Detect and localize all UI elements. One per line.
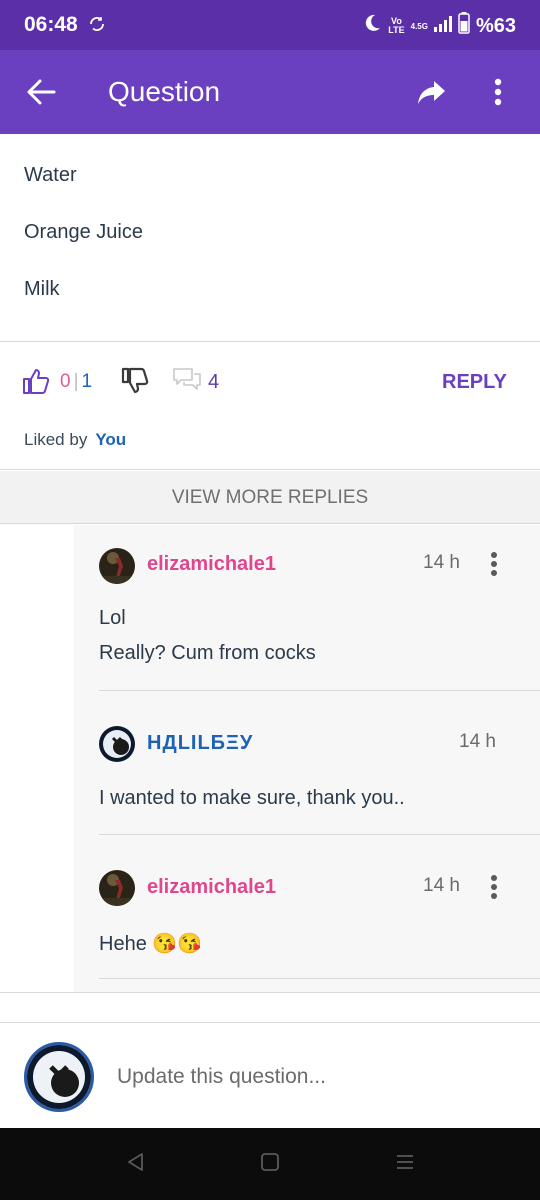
volte-indicator: Vo LTE — [388, 17, 404, 35]
liked-by: Liked by You — [24, 430, 126, 450]
reply-time: 14 h — [459, 731, 496, 752]
signal-icon — [433, 15, 452, 38]
avatar[interactable] — [99, 726, 135, 762]
reply-item: elizamichale1 14 h Lol Really? Cum from … — [74, 525, 540, 691]
moon-icon — [362, 13, 382, 39]
option-milk: Milk — [24, 278, 60, 300]
reply-text-line: I wanted to make sure, thank you.. — [99, 787, 405, 809]
replies-list: elizamichale1 14 h Lol Really? Cum from … — [74, 525, 540, 992]
status-time: 06:48 — [24, 13, 78, 36]
comment-count: 4 — [208, 371, 220, 393]
network-type-label: 4.5G — [410, 21, 428, 31]
composer-bar: Update this question... — [0, 1022, 540, 1128]
reply-text-line: Lol — [99, 607, 126, 629]
reply-username[interactable]: elizamichale1 — [147, 876, 276, 899]
like-count: 0 | 1 — [60, 371, 92, 393]
reply-username[interactable]: elizamichale1 — [147, 553, 276, 576]
nav-back-icon[interactable] — [126, 1152, 144, 1177]
more-vertical-icon[interactable] — [494, 78, 502, 111]
battery-percent: %63 — [475, 14, 516, 37]
like-count-separator: | — [73, 371, 79, 392]
avatar[interactable] — [99, 870, 135, 906]
like-count-own: 0 — [60, 371, 71, 392]
sync-icon — [88, 15, 106, 38]
option-water: Water — [24, 164, 77, 186]
question-actions: 0 | 1 4 REPLY Liked by You — [0, 343, 540, 470]
status-bar: 06:48 Vo LTE 4.5G %63 — [0, 0, 540, 50]
more-vertical-icon[interactable] — [490, 551, 498, 582]
thumbs-up-icon[interactable] — [22, 367, 50, 400]
reply-time: 14 h — [423, 875, 460, 896]
avatar[interactable] — [24, 1042, 94, 1112]
page-title: Question — [108, 76, 221, 107]
comments-icon[interactable] — [172, 367, 202, 398]
reply-button[interactable]: REPLY — [442, 371, 507, 394]
section-divider — [0, 992, 540, 993]
reply-item: НДLILБΞУ 14 h I wanted to make sure, tha… — [74, 691, 540, 835]
system-nav-bar — [0, 1128, 540, 1200]
volte-bottom-label: LTE — [388, 25, 405, 35]
battery-icon — [458, 12, 470, 40]
liked-by-label: Liked by — [24, 430, 88, 449]
app-bar: Question — [0, 50, 540, 134]
question-options: Water Orange Juice Milk — [0, 134, 540, 342]
reply-username[interactable]: НДLILБΞУ — [147, 732, 253, 755]
nav-home-icon[interactable] — [260, 1152, 280, 1177]
like-count-total: 1 — [81, 371, 93, 392]
avatar[interactable] — [99, 548, 135, 584]
reply-divider — [99, 978, 540, 979]
option-orange-juice: Orange Juice — [24, 221, 143, 243]
liked-by-user-link[interactable]: You — [95, 430, 126, 449]
more-vertical-icon[interactable] — [490, 874, 498, 905]
thumbs-down-icon[interactable] — [121, 367, 149, 400]
reply-item: elizamichale1 14 h Hehe 😘😘 — [74, 835, 540, 979]
update-question-input[interactable]: Update this question... — [117, 1065, 326, 1089]
back-arrow-icon[interactable] — [26, 78, 56, 111]
nav-recents-icon[interactable] — [395, 1152, 415, 1177]
view-more-replies-button[interactable]: VIEW MORE REPLIES — [0, 471, 540, 524]
share-icon[interactable] — [416, 78, 448, 111]
reply-text-line: Hehe 😘😘 — [99, 933, 203, 955]
reply-time: 14 h — [423, 552, 460, 573]
reply-text-line: Really? Cum from cocks — [99, 642, 316, 664]
